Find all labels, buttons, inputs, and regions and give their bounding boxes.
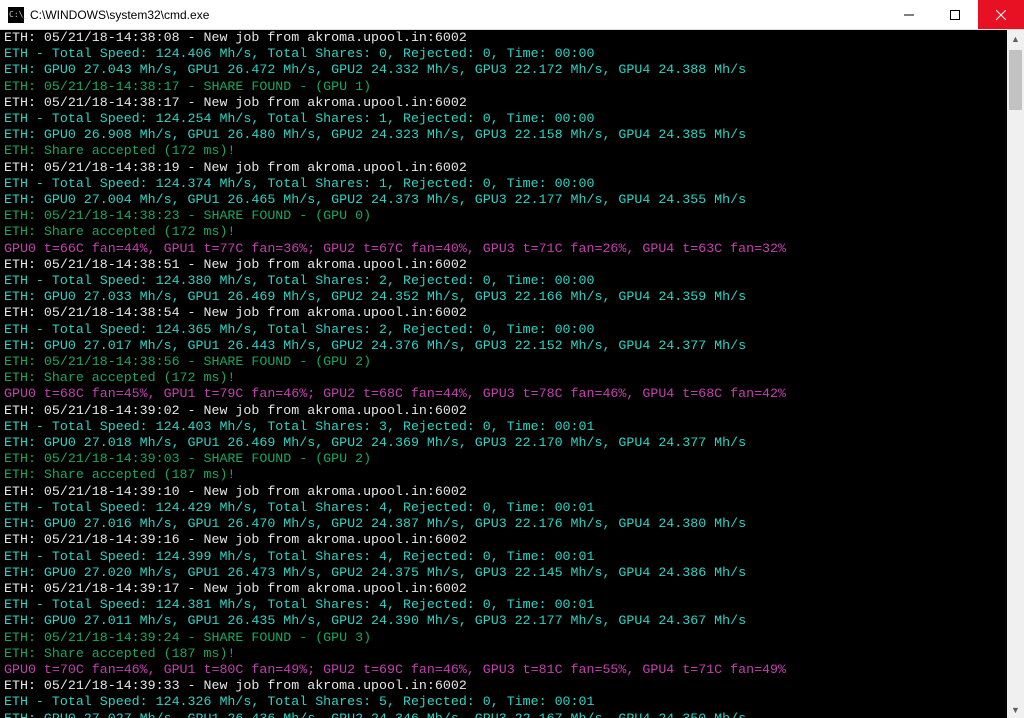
close-icon	[996, 10, 1006, 20]
terminal-line: ETH - Total Speed: 124.399 Mh/s, Total S…	[4, 549, 1003, 565]
terminal-output[interactable]: ETH: 05/21/18-14:38:08 - New job from ak…	[0, 30, 1007, 718]
terminal-line: ETH: 05/21/18-14:38:54 - New job from ak…	[4, 305, 1003, 321]
terminal-line: ETH: GPU0 27.016 Mh/s, GPU1 26.470 Mh/s,…	[4, 516, 1003, 532]
terminal-line: ETH: Share accepted (172 ms)!	[4, 224, 1003, 240]
minimize-icon	[904, 10, 914, 20]
terminal-line: ETH: Share accepted (187 ms)!	[4, 646, 1003, 662]
terminal-line: ETH: 05/21/18-14:38:56 - SHARE FOUND - (…	[4, 354, 1003, 370]
scroll-thumb[interactable]	[1009, 50, 1022, 110]
terminal-line: GPU0 t=70C fan=46%, GPU1 t=80C fan=49%; …	[4, 662, 1003, 678]
terminal-line: ETH: 05/21/18-14:38:51 - New job from ak…	[4, 257, 1003, 273]
terminal-line: ETH - Total Speed: 124.380 Mh/s, Total S…	[4, 273, 1003, 289]
terminal-line: ETH: GPU0 27.011 Mh/s, GPU1 26.435 Mh/s,…	[4, 613, 1003, 629]
terminal-line: ETH - Total Speed: 124.326 Mh/s, Total S…	[4, 694, 1003, 710]
terminal-line: ETH - Total Speed: 124.374 Mh/s, Total S…	[4, 176, 1003, 192]
terminal-line: ETH - Total Speed: 124.365 Mh/s, Total S…	[4, 322, 1003, 338]
terminal-line: ETH: 05/21/18-14:38:19 - New job from ak…	[4, 160, 1003, 176]
terminal-line: GPU0 t=68C fan=45%, GPU1 t=79C fan=46%; …	[4, 386, 1003, 402]
terminal-line: ETH: 05/21/18-14:39:16 - New job from ak…	[4, 532, 1003, 548]
terminal-line: ETH - Total Speed: 124.381 Mh/s, Total S…	[4, 597, 1003, 613]
terminal-line: GPU0 t=66C fan=44%, GPU1 t=77C fan=36%; …	[4, 241, 1003, 257]
minimize-button[interactable]	[886, 0, 932, 29]
terminal-line: ETH: GPU0 27.018 Mh/s, GPU1 26.469 Mh/s,…	[4, 435, 1003, 451]
close-button[interactable]	[978, 0, 1024, 29]
terminal-line: ETH: GPU0 27.020 Mh/s, GPU1 26.473 Mh/s,…	[4, 565, 1003, 581]
cmd-icon	[8, 7, 24, 23]
maximize-button[interactable]	[932, 0, 978, 29]
terminal-line: ETH: Share accepted (187 ms)!	[4, 467, 1003, 483]
terminal-line: ETH: 05/21/18-14:38:17 - New job from ak…	[4, 95, 1003, 111]
scroll-down-button[interactable]: ▼	[1007, 701, 1024, 718]
terminal-line: ETH: 05/21/18-14:38:23 - SHARE FOUND - (…	[4, 208, 1003, 224]
terminal-line: ETH: 05/21/18-14:38:08 - New job from ak…	[4, 30, 1003, 46]
terminal-wrap: ETH: 05/21/18-14:38:08 - New job from ak…	[0, 30, 1024, 718]
terminal-line: ETH: GPU0 27.033 Mh/s, GPU1 26.469 Mh/s,…	[4, 289, 1003, 305]
terminal-line: ETH: 05/21/18-14:39:02 - New job from ak…	[4, 403, 1003, 419]
terminal-line: ETH: Share accepted (172 ms)!	[4, 370, 1003, 386]
scroll-up-button[interactable]: ▲	[1007, 30, 1024, 47]
terminal-line: ETH: GPU0 26.908 Mh/s, GPU1 26.480 Mh/s,…	[4, 127, 1003, 143]
terminal-line: ETH: GPU0 27.027 Mh/s, GPU1 26.436 Mh/s,…	[4, 711, 1003, 718]
terminal-line: ETH - Total Speed: 124.429 Mh/s, Total S…	[4, 500, 1003, 516]
terminal-line: ETH: Share accepted (172 ms)!	[4, 143, 1003, 159]
vertical-scrollbar[interactable]: ▲ ▼	[1007, 30, 1024, 718]
terminal-line: ETH - Total Speed: 124.254 Mh/s, Total S…	[4, 111, 1003, 127]
maximize-icon	[950, 10, 960, 20]
terminal-line: ETH: GPU0 27.043 Mh/s, GPU1 26.472 Mh/s,…	[4, 62, 1003, 78]
window-controls	[886, 0, 1024, 29]
terminal-line: ETH: 05/21/18-14:39:03 - SHARE FOUND - (…	[4, 451, 1003, 467]
terminal-line: ETH: 05/21/18-14:39:10 - New job from ak…	[4, 484, 1003, 500]
terminal-line: ETH: GPU0 27.017 Mh/s, GPU1 26.443 Mh/s,…	[4, 338, 1003, 354]
terminal-line: ETH: 05/21/18-14:39:24 - SHARE FOUND - (…	[4, 630, 1003, 646]
terminal-line: ETH - Total Speed: 124.406 Mh/s, Total S…	[4, 46, 1003, 62]
terminal-line: ETH: 05/21/18-14:39:17 - New job from ak…	[4, 581, 1003, 597]
window-title: C:\WINDOWS\system32\cmd.exe	[30, 0, 886, 30]
window-titlebar: C:\WINDOWS\system32\cmd.exe	[0, 0, 1024, 30]
terminal-line: ETH: 05/21/18-14:39:33 - New job from ak…	[4, 678, 1003, 694]
terminal-line: ETH - Total Speed: 124.403 Mh/s, Total S…	[4, 419, 1003, 435]
terminal-line: ETH: 05/21/18-14:38:17 - SHARE FOUND - (…	[4, 79, 1003, 95]
terminal-line: ETH: GPU0 27.004 Mh/s, GPU1 26.465 Mh/s,…	[4, 192, 1003, 208]
